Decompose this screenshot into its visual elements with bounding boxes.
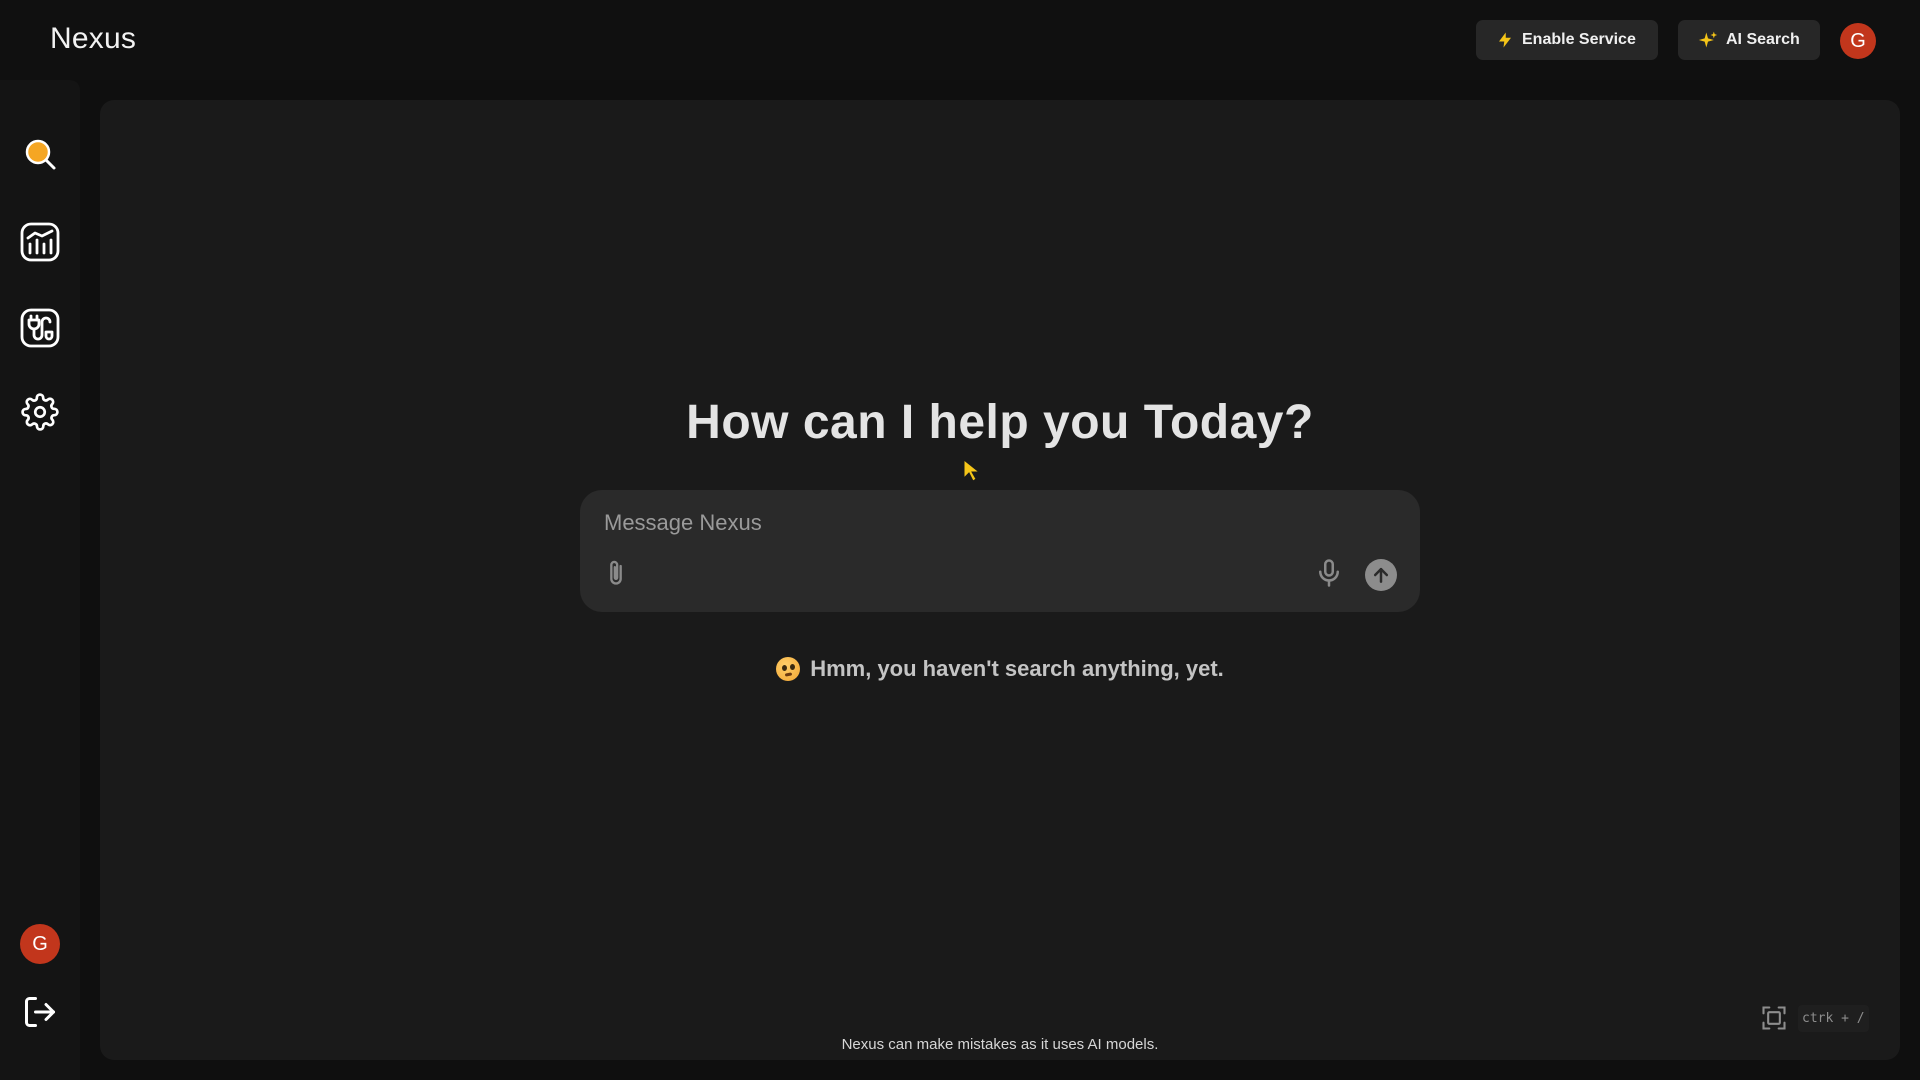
sidebar-item-connections[interactable] [20,308,60,348]
plug-icon [20,308,60,348]
lightning-icon [1499,32,1511,48]
sidebar: G [0,80,80,1080]
screenshot-shortcut[interactable]: ctrk + / [1760,1002,1874,1034]
microphone-icon[interactable] [1314,556,1344,590]
send-button[interactable] [1365,559,1397,591]
enable-service-button[interactable]: Enable Service [1476,20,1658,60]
sidebar-user-avatar[interactable]: G [20,924,60,964]
enable-service-label: Enable Service [1522,31,1636,48]
sidebar-item-search[interactable] [20,134,60,174]
chart-icon [20,222,60,262]
disclaimer-text: Nexus can make mistakes as it uses AI mo… [841,1036,1159,1053]
user-avatar[interactable]: G [1840,23,1876,59]
paperclip-icon[interactable] [602,556,630,590]
message-composer [580,490,1420,612]
shortcut-keys: ctrk + / [1798,1004,1869,1032]
mouse-cursor-icon [963,458,981,482]
search-icon [25,139,56,170]
main-panel: How can I help you Today? Hmm, you haven… [100,100,1900,1060]
page-headline: How can I help you Today? [686,396,1314,449]
message-input[interactable] [604,506,1384,540]
empty-state-text: Hmm, you haven't search anything, yet. [810,656,1224,681]
gear-icon [21,393,59,431]
arrow-up-icon [1373,567,1389,583]
logout-icon [25,997,55,1027]
logout-button[interactable] [20,992,60,1032]
ai-search-button[interactable]: AI Search [1678,20,1820,60]
ai-search-label: AI Search [1726,31,1800,48]
thinking-face-icon [776,657,801,681]
top-bar: Nexus Enable Service AI Search G [0,0,1920,80]
brand-logo[interactable]: Nexus [50,22,136,56]
sidebar-item-settings[interactable] [20,392,60,432]
empty-state: Hmm, you haven't search anything, yet. [100,656,1900,682]
sidebar-item-analytics[interactable] [20,222,60,262]
sparkle-icon [1698,31,1718,48]
screenshot-frame-icon [1762,1006,1786,1030]
